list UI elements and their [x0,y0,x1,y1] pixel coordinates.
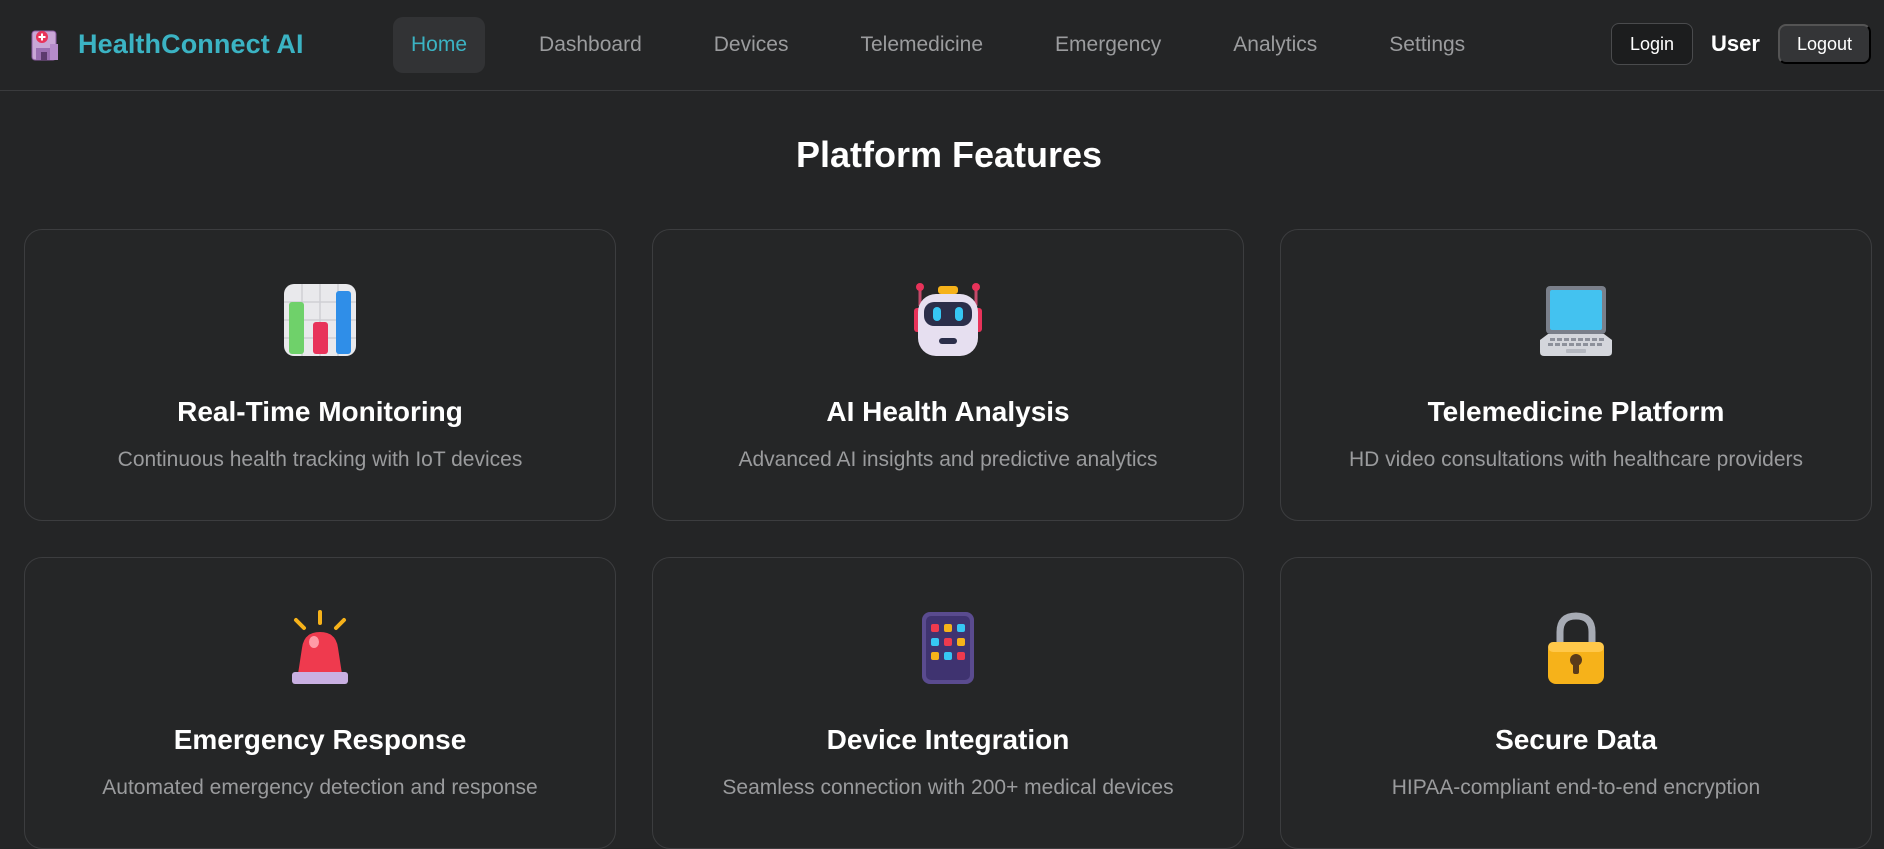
nav-item-dashboard[interactable]: Dashboard [521,17,660,73]
feature-card-secure-data: Secure Data HIPAA-compliant end-to-end e… [1280,557,1872,849]
feature-title: Telemedicine Platform [1427,396,1725,427]
nav-item-telemedicine[interactable]: Telemedicine [842,17,1001,73]
feature-title: Real-Time Monitoring [177,396,463,427]
siren-icon [292,610,348,684]
top-navbar: HealthConnect AI Home Dashboard Devices … [0,0,1884,91]
auth-area: Login User Logout [1610,23,1871,65]
hospital-icon [31,30,58,61]
nav-item-analytics[interactable]: Analytics [1215,17,1335,73]
feature-title: Emergency Response [173,724,467,755]
nav-item-home[interactable]: Home [393,17,486,73]
feature-description: Seamless connection with 200+ medical de… [722,776,1174,799]
main-nav: Home Dashboard Devices Telemedicine Emer… [393,17,1519,73]
nav-item-devices[interactable]: Devices [696,17,807,73]
nav-item-emergency[interactable]: Emergency [1037,17,1179,73]
feature-title: AI Health Analysis [826,396,1070,427]
nav-item-settings[interactable]: Settings [1371,17,1483,73]
laptop-icon [1540,286,1612,356]
login-button[interactable]: Login [1610,23,1694,65]
features-grid: Real-Time Monitoring Continuous health t… [24,229,1872,849]
feature-card-real-time-monitoring: Real-Time Monitoring Continuous health t… [24,229,616,521]
lock-icon [1548,612,1604,684]
brand[interactable]: HealthConnect AI [30,24,304,64]
feature-description: Continuous health tracking with IoT devi… [117,448,523,471]
robot-icon [914,283,982,356]
logout-button[interactable]: Logout [1777,24,1871,64]
feature-card-ai-health-analysis: AI Health Analysis Advanced AI insights … [652,229,1244,521]
feature-card-device-integration: Device Integration Seamless connection w… [652,557,1244,849]
feature-description: Advanced AI insights and predictive anal… [738,448,1158,471]
feature-card-telemedicine-platform: Telemedicine Platform HD video consultat… [1280,229,1872,521]
feature-title: Device Integration [826,724,1070,755]
feature-card-emergency-response: Emergency Response Automated emergency d… [24,557,616,849]
feature-description: HD video consultations with healthcare p… [1348,448,1804,471]
user-label: User [1711,31,1760,56]
feature-title: Secure Data [1495,724,1657,755]
feature-description: HIPAA-compliant end-to-end encryption [1391,776,1761,799]
page-title: Platform Features [795,134,1103,175]
feature-description: Automated emergency detection and respon… [102,776,538,799]
brand-name: HealthConnect AI [78,28,304,59]
mobile-device-icon [922,612,974,684]
bar-chart-icon [284,284,356,356]
